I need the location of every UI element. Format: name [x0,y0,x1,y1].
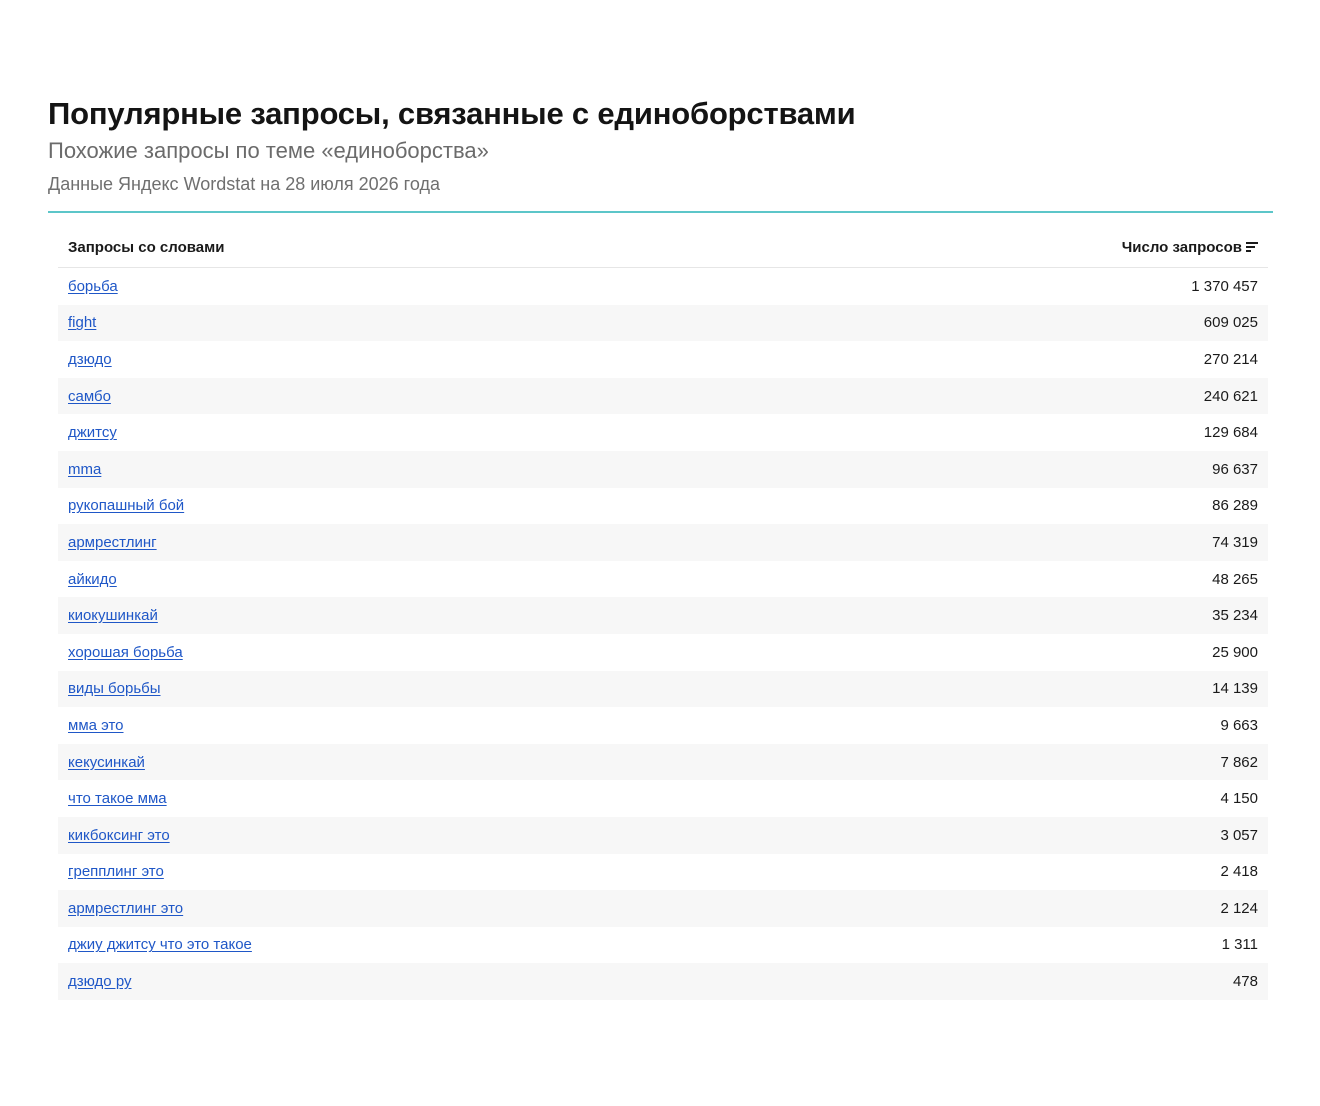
query-count: 9 663 [1220,716,1258,734]
query-cell: самбо [58,377,743,415]
query-cell: дзюдо ру [58,963,743,1000]
table-row: самбо 240 621 [58,377,1268,415]
table-row: киокушинкай 35 234 [58,597,1268,634]
data-source-note: Данные Яндекс Wordstat на 28 июля 2026 г… [48,174,440,194]
query-cell: армрестлинг это [58,890,743,927]
query-cell: рукопашный бой [58,488,743,525]
table-row: армрестлинг 74 319 [58,524,1268,561]
query-link[interactable]: джитсу [68,424,117,441]
query-cell: грепплинг это [58,854,743,891]
page-subtitle: Похожие запросы по теме «единоборства» [48,138,489,163]
table-body: борьба 1 370 457 fight 609 025 дзюдо 270 214 с… [58,268,1268,1000]
query-count: 96 637 [742,450,1268,488]
header-divider [48,211,1273,213]
query-cell: виды борьбы [58,670,743,708]
query-link[interactable]: кикбоксинг это [68,827,170,844]
query-cell: джиу джитсу что это такое [58,927,743,964]
column-header-count[interactable]: Число запросов [742,227,1268,268]
query-cell: джитсу [58,414,743,451]
query-count: 270 214 [1203,350,1258,368]
table-row: кикбоксинг это 3 057 [58,816,1268,854]
table-row: что такое мма 4 150 [58,780,1268,817]
table-row: хорошая борьба 25 900 [58,634,1268,671]
table-header-row: Запросы со словами Число запросов [58,227,1268,268]
table-row: fight 609 025 [58,304,1268,342]
table-row: дзюдо 270 214 [58,341,1268,378]
query-cell: кекусинкай [58,743,743,781]
query-cell: что такое мма [58,780,743,817]
query-count: 7 862 [742,743,1268,781]
query-link[interactable]: рукопашный бой [68,497,184,514]
query-count: 2 418 [1220,863,1258,881]
query-count: 48 265 [1212,570,1258,588]
page-title: Популярные запросы, связанные с единобор… [48,96,856,131]
query-link[interactable]: mma [68,461,101,478]
column-header-count-label: Число запросов [1121,238,1242,256]
query-count: 14 139 [742,670,1268,708]
query-cell: киокушинкай [58,597,743,634]
query-cell: айкидо [58,561,743,598]
query-count: 240 621 [742,377,1268,415]
query-cell: дзюдо [58,341,743,378]
query-link[interactable]: мма это [68,717,124,734]
query-count: 86 289 [1212,497,1258,515]
query-link[interactable]: грепплинг это [68,863,164,880]
query-cell: кикбоксинг это [58,816,743,854]
query-count: 4 150 [1220,790,1258,808]
query-link[interactable]: армрестлинг это [68,900,183,917]
query-link[interactable]: виды борьбы [68,680,161,697]
query-link[interactable]: fight [68,314,96,331]
query-count: 1 370 457 [1191,277,1258,295]
query-link[interactable]: самбо [68,388,111,405]
query-link[interactable]: киокушинкай [68,607,158,624]
query-cell: fight [58,304,743,342]
table-row: мма это 9 663 [58,707,1268,744]
table-row: грепплинг это 2 418 [58,854,1268,891]
column-header-query-label: Запросы со словами [68,238,225,256]
table-row: джиу джитсу что это такое 1 311 [58,927,1268,964]
query-link[interactable]: армрестлинг [68,534,157,551]
page-container: Популярные запросы, связанные с единобор… [48,94,1273,1000]
query-link[interactable]: что такое мма [68,790,167,807]
query-count: 35 234 [742,597,1268,634]
query-link[interactable]: борьба [68,278,118,295]
query-link[interactable]: дзюдо [68,351,112,368]
table-row: рукопашный бой 86 289 [58,488,1268,525]
query-link[interactable]: айкидо [68,571,117,588]
query-count: 74 319 [742,524,1268,561]
column-header-query: Запросы со словами [58,227,743,268]
query-cell: mma [58,450,743,488]
query-link[interactable]: джиу джитсу что это такое [68,936,252,953]
query-link[interactable]: дзюдо ру [68,973,132,990]
query-count: 609 025 [742,304,1268,342]
table-row: борьба 1 370 457 [58,268,1268,305]
sort-descending-icon[interactable] [1246,241,1258,253]
query-count: 2 124 [742,890,1268,927]
table-row: айкидо 48 265 [58,561,1268,598]
query-cell: борьба [58,268,743,305]
query-count: 3 057 [742,816,1268,854]
query-link[interactable]: хорошая борьба [68,644,183,661]
table-row: кекусинкай 7 862 [58,743,1268,781]
query-count: 1 311 [1221,936,1258,954]
query-cell: хорошая борьба [58,634,743,671]
table-row: джитсу 129 684 [58,414,1268,451]
query-link[interactable]: кекусинкай [68,754,145,771]
table-row: дзюдо ру 478 [58,963,1268,1000]
table-row: mma 96 637 [58,450,1268,488]
query-cell: мма это [58,707,743,744]
queries-table: Запросы со словами Число запросов борьба… [58,227,1268,1000]
table-row: виды борьбы 14 139 [58,670,1268,708]
query-cell: армрестлинг [58,524,743,561]
query-count: 478 [742,963,1268,1000]
query-count: 25 900 [1212,643,1258,661]
query-count: 129 684 [1203,424,1258,442]
table-row: армрестлинг это 2 124 [58,890,1268,927]
